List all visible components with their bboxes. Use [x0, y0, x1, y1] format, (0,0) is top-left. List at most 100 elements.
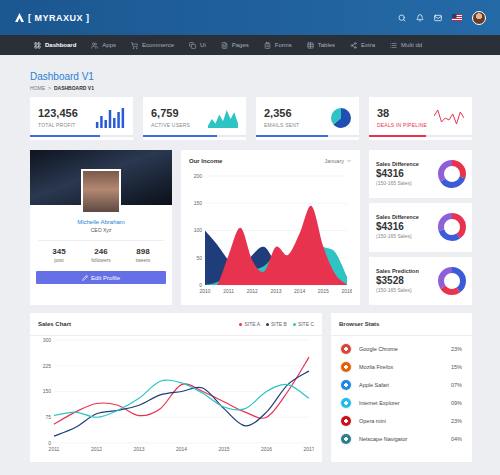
x-tick: 2015 [318, 288, 329, 294]
income-chart: 0501001502002010201120122013201420152016 [189, 172, 352, 296]
nav-bar: Dashboard Apps Ecommerce Ui Pages Forms Tables… [0, 35, 500, 55]
x-tick: 2013 [270, 288, 281, 294]
progress-track [143, 135, 246, 137]
chart-area [205, 206, 347, 285]
browser-list: Google Chrome23%Mozila Firefox15%Apple S… [331, 336, 472, 452]
browser-row: Netscape Navigator04% [341, 430, 462, 448]
sales-value: $4316 [376, 168, 419, 180]
progress-fill [256, 135, 328, 137]
search-icon[interactable] [398, 14, 406, 22]
bar-chart [95, 108, 125, 128]
browser-row: Mozila Firefox15% [341, 358, 462, 376]
chart-bar [113, 118, 116, 128]
nav-item[interactable]: Apps [91, 42, 116, 49]
browser-row: Google Chrome23% [341, 340, 462, 358]
stats-row: 123,456TOTAL PROFIT6,759ACTIVE USERS2,35… [30, 97, 472, 140]
card-title: Sales Chart [38, 320, 71, 328]
donut-chart [438, 160, 466, 188]
stat-card: 123,456TOTAL PROFIT [30, 97, 133, 140]
browser-share: 23% [451, 346, 462, 352]
pie-chart [331, 108, 351, 128]
logo[interactable]: [ MYRAXUX ] [15, 13, 90, 23]
list-icon [390, 42, 397, 49]
profile-stat: 246followers [80, 247, 122, 264]
progress-fill [369, 135, 426, 137]
edit-profile-button[interactable]: Edit Profile [36, 271, 166, 284]
users-icon [91, 42, 98, 49]
browser-icon [341, 362, 351, 372]
profile-stats: 345post246followers898tweets [38, 240, 164, 264]
nav-item[interactable]: Pages [221, 42, 249, 49]
stat-card: 2,356EMAILS SENT [256, 97, 359, 140]
page-icon [221, 42, 228, 49]
chart-segment [336, 113, 346, 123]
period-dropdown[interactable]: January [324, 158, 352, 164]
x-tick: 2014 [294, 288, 305, 294]
chart-segment [441, 216, 463, 238]
nav-item[interactable]: Tables [307, 42, 335, 49]
chart-bar [96, 122, 99, 128]
browser-row: Opera mini23% [341, 412, 462, 430]
table-icon [307, 42, 314, 49]
flag-icon[interactable] [452, 14, 462, 21]
chart-line [54, 380, 309, 417]
card-title: Sales Difference [376, 161, 419, 168]
x-tick: 2010 [199, 288, 210, 294]
stat-value: 123,456 [38, 107, 78, 120]
stat-label: DEALS IN PIPELINE [377, 122, 427, 129]
x-tick: 2011 [223, 288, 234, 294]
chart-line [54, 357, 309, 424]
browser-name: Opera mini [359, 418, 443, 424]
dashboard: [ MYRAXUX ] Dashboard Apps Ecommerce Ui Pages… [0, 0, 500, 475]
sales-value: $4316 [376, 221, 419, 233]
chart-segment [441, 270, 463, 292]
grid-icon [34, 42, 41, 49]
bell-icon[interactable] [416, 14, 424, 22]
browser-icon [341, 416, 351, 426]
sales-note: (150-165 Sales) [376, 233, 419, 240]
sales-card: Sales Difference$4316(150-165 Sales) [369, 150, 472, 198]
breadcrumb-item[interactable]: HOME [30, 85, 45, 92]
card-title: Browser Stats [339, 320, 379, 328]
y-tick: 150 [43, 388, 52, 394]
nav-item[interactable]: Ui [189, 42, 206, 49]
chart-segment [441, 163, 463, 185]
profile-name[interactable]: Michelle Abraham [30, 218, 172, 226]
pencil-icon [82, 275, 88, 281]
breadcrumb: HOME>DASHBOARD V1 [30, 85, 472, 92]
chart-segment [441, 270, 463, 292]
header-tools [398, 11, 486, 25]
x-tick: 2016 [341, 288, 352, 294]
x-tick: 2014 [176, 446, 187, 452]
chevron-down-icon [346, 158, 352, 164]
sales-chart-card: Sales ChartSITE ASITE BSITE C07515022530… [30, 313, 322, 462]
browser-icon [341, 344, 351, 354]
grid-line [54, 365, 309, 366]
mail-icon[interactable] [434, 14, 442, 22]
progress-fill [143, 135, 217, 137]
nav-item[interactable]: Multi dd [390, 42, 422, 49]
donut-chart [438, 267, 466, 295]
y-tick: 200 [194, 173, 203, 179]
nav-item[interactable]: Ecommerce [131, 42, 174, 49]
x-tick: 2016 [261, 446, 272, 452]
nav-item[interactable]: Dashboard [34, 42, 76, 49]
y-tick: 100 [194, 227, 203, 233]
x-tick: 2015 [218, 446, 229, 452]
legend-item[interactable]: SITE A [239, 321, 260, 327]
browser-name: Apple Safari [359, 382, 443, 388]
nav-item[interactable]: Forms [264, 42, 292, 49]
progress-track [30, 135, 133, 137]
legend-item[interactable]: SITE B [266, 321, 287, 327]
browser-stats-card: Browser Stats Google Chrome23%Mozila Fire… [331, 313, 472, 462]
chart-segment [336, 113, 346, 123]
user-avatar[interactable] [472, 11, 486, 25]
chart-segment [441, 270, 463, 292]
line-chart [434, 108, 464, 128]
browser-row: Apple Safari07% [341, 376, 462, 394]
nav-item[interactable]: Extra [350, 42, 375, 49]
top-bar: [ MYRAXUX ] [0, 0, 500, 35]
breadcrumb-separator: > [48, 85, 51, 92]
y-tick: 0 [199, 282, 202, 288]
legend-item[interactable]: SITE C [293, 321, 314, 327]
